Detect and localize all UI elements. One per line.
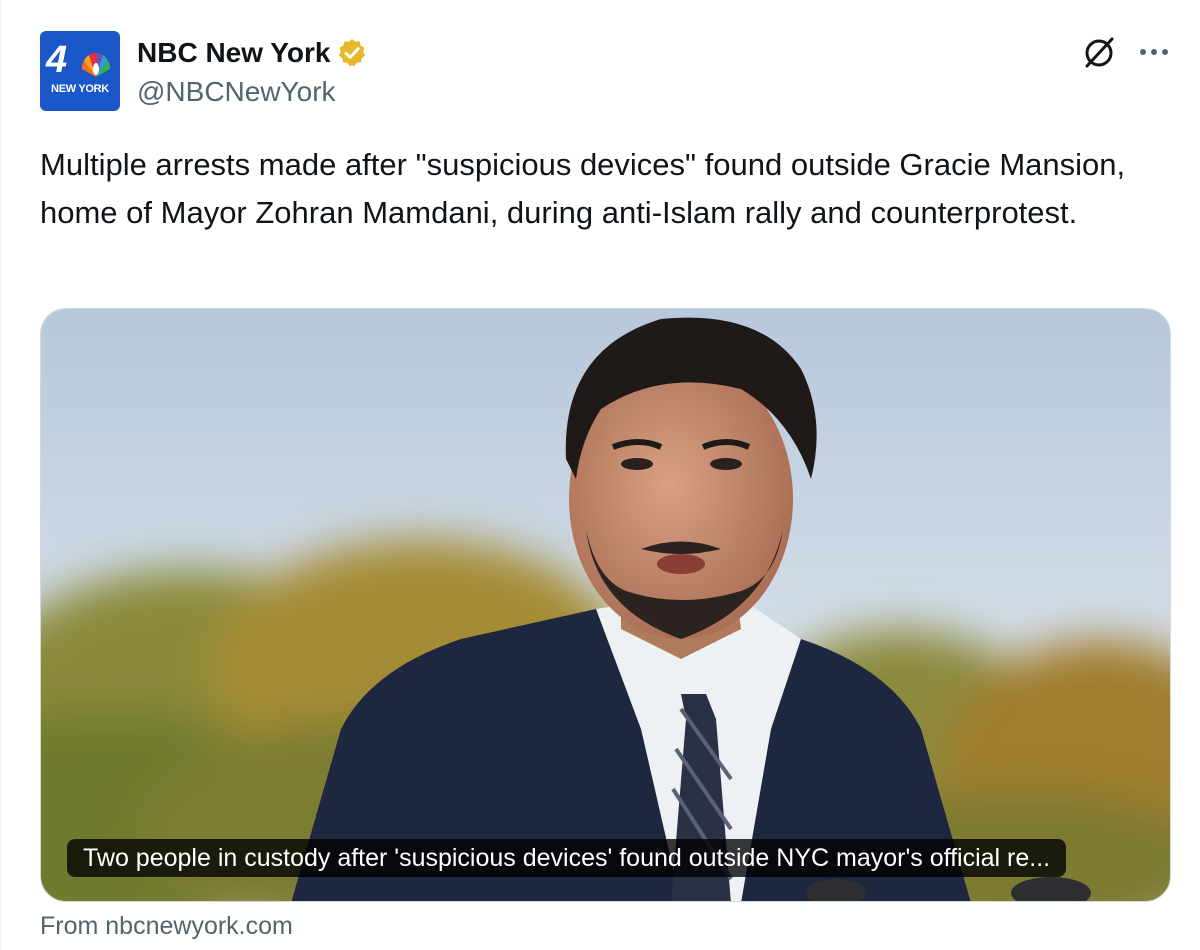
- peacock-logo-icon: [81, 52, 111, 77]
- tweet: 4 NEW YORK NBC New York @NBCNewYork Mult…: [0, 0, 1200, 950]
- card-caption: Two people in custody after 'suspicious …: [67, 839, 1067, 877]
- name-row: NBC New York: [137, 35, 368, 71]
- grok-icon[interactable]: [1080, 33, 1118, 71]
- card-image: [41, 309, 1170, 901]
- display-name[interactable]: NBC New York: [137, 36, 330, 70]
- avatar-label: NEW YORK: [51, 83, 109, 95]
- verified-badge-icon: [339, 39, 366, 67]
- more-horizontal-icon[interactable]: [1138, 40, 1170, 64]
- avatar-number: 4: [46, 39, 67, 81]
- avatar[interactable]: 4 NEW YORK: [40, 31, 120, 111]
- tweet-text: Multiple arrests made after "suspicious …: [40, 147, 1134, 230]
- handle[interactable]: @NBCNewYork: [137, 75, 336, 109]
- card-source[interactable]: From nbcnewyork.com: [40, 908, 293, 944]
- link-card[interactable]: Two people in custody after 'suspicious …: [40, 308, 1171, 902]
